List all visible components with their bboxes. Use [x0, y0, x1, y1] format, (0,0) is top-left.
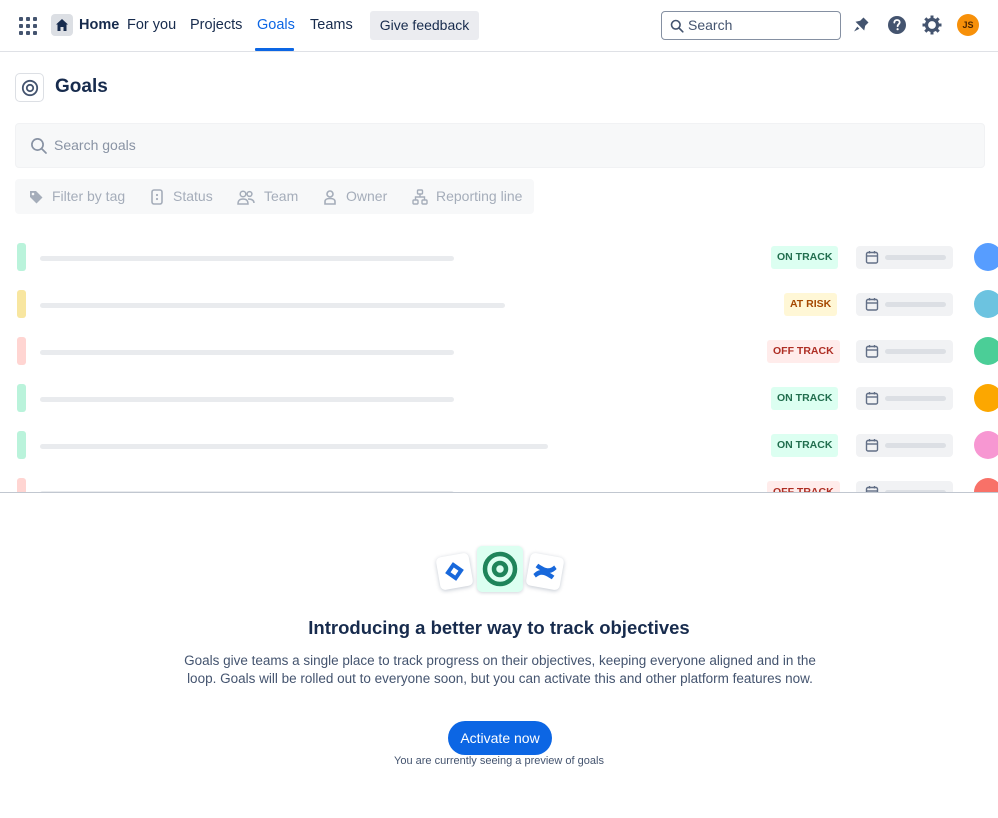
owner-avatar[interactable] — [974, 243, 998, 271]
goal-row[interactable]: AT RISK — [0, 279, 998, 326]
target-date-pill[interactable] — [856, 387, 953, 410]
global-search-input[interactable] — [688, 17, 833, 33]
owner-avatar[interactable] — [974, 478, 998, 492]
status-lozenge: OFF TRACK — [767, 481, 840, 492]
global-search[interactable] — [661, 11, 841, 40]
target-date-pill[interactable] — [856, 246, 953, 269]
target-date-placeholder — [885, 443, 946, 448]
reporting-line-icon — [412, 189, 428, 205]
promo-heading: Introducing a better way to track object… — [308, 617, 690, 638]
team-icon — [237, 190, 255, 205]
notifications-icon[interactable] — [850, 14, 872, 36]
goals-target-icon — [477, 546, 523, 592]
target-date-pill[interactable] — [856, 293, 953, 316]
help-icon[interactable] — [886, 14, 908, 36]
goal-status-stripe — [17, 337, 26, 365]
target-date-pill[interactable] — [856, 434, 953, 457]
settings-gear-icon[interactable] — [921, 14, 943, 36]
target-date-placeholder — [885, 255, 946, 260]
goal-search-input[interactable] — [54, 137, 954, 153]
status-lozenge: OFF TRACK — [767, 340, 840, 363]
goal-name-placeholder — [40, 350, 454, 355]
status-lozenge: AT RISK — [784, 293, 838, 316]
goal-status-stripe — [17, 431, 26, 459]
nav-projects[interactable]: Projects — [190, 17, 242, 33]
owner-avatar[interactable] — [974, 290, 998, 318]
goal-row[interactable]: ON TRACK — [0, 373, 998, 420]
filter-bar: Filter by tag Status Team Owner Reportin… — [15, 179, 534, 214]
active-tab-indicator — [255, 48, 294, 51]
goals-target-icon — [15, 73, 44, 102]
give-feedback-button[interactable]: Give feedback — [370, 11, 479, 40]
goal-row[interactable]: ON TRACK — [0, 232, 998, 279]
confluence-icon — [525, 552, 565, 591]
owner-avatar[interactable] — [974, 384, 998, 412]
goal-status-stripe — [17, 384, 26, 412]
filter-label: Team — [264, 188, 299, 204]
nav-for-you[interactable]: For you — [127, 17, 176, 33]
top-navigation: Home For you Projects Goals Teams Give f… — [0, 0, 998, 52]
target-date-placeholder — [885, 396, 946, 401]
nav-teams[interactable]: Teams — [310, 17, 353, 33]
goal-list: ON TRACK AT RISK OFF TRACK ON TRACK ON TRACK… — [0, 232, 998, 492]
calendar-icon — [865, 439, 879, 452]
goal-name-placeholder — [40, 256, 454, 261]
goal-row[interactable]: OFF TRACK — [0, 326, 998, 373]
goal-name-placeholder — [40, 303, 505, 308]
calendar-icon — [865, 251, 879, 264]
owner-avatar[interactable] — [974, 431, 998, 459]
nav-goals[interactable]: Goals — [257, 17, 295, 33]
search-icon — [670, 19, 684, 33]
filter-label: Reporting line — [436, 188, 523, 204]
goal-name-placeholder — [40, 397, 454, 402]
goal-search-field[interactable] — [15, 123, 985, 168]
status-lozenge: ON TRACK — [771, 434, 839, 457]
goal-status-stripe — [17, 290, 26, 318]
target-date-placeholder — [885, 349, 946, 354]
status-lozenge: ON TRACK — [771, 246, 839, 269]
goal-status-stripe — [17, 243, 26, 271]
target-date-placeholder — [885, 302, 946, 307]
preview-note: You are currently seeing a preview of go… — [394, 755, 604, 767]
goal-row[interactable]: OFF TRACK — [0, 467, 998, 492]
calendar-icon — [865, 298, 879, 311]
app-switcher-icon[interactable] — [17, 15, 39, 37]
owner-avatar[interactable] — [974, 337, 998, 365]
search-icon — [31, 138, 47, 154]
goal-status-stripe — [17, 478, 26, 492]
filter-label: Owner — [346, 188, 388, 204]
calendar-icon — [865, 486, 879, 492]
page-title: Goals — [55, 76, 108, 97]
target-date-pill[interactable] — [856, 481, 953, 492]
owner-icon — [324, 190, 336, 205]
target-date-pill[interactable] — [856, 340, 953, 363]
jira-icon — [435, 552, 474, 591]
filter-label: Status — [173, 188, 213, 204]
product-icons-illustration — [435, 546, 568, 596]
home-icon[interactable] — [51, 14, 73, 36]
status-icon — [151, 189, 163, 205]
calendar-icon — [865, 345, 879, 358]
tag-icon — [30, 191, 43, 204]
nav-home[interactable]: Home — [79, 17, 119, 33]
status-lozenge: ON TRACK — [771, 387, 839, 410]
promo-description: Goals give teams a single place to track… — [184, 653, 816, 686]
activate-now-button[interactable]: Activate now — [448, 721, 552, 755]
calendar-icon — [865, 392, 879, 405]
filter-label: Filter by tag — [52, 188, 126, 204]
user-avatar[interactable]: JS — [957, 14, 979, 36]
goal-name-placeholder — [40, 444, 548, 449]
goal-row[interactable]: ON TRACK — [0, 420, 998, 467]
